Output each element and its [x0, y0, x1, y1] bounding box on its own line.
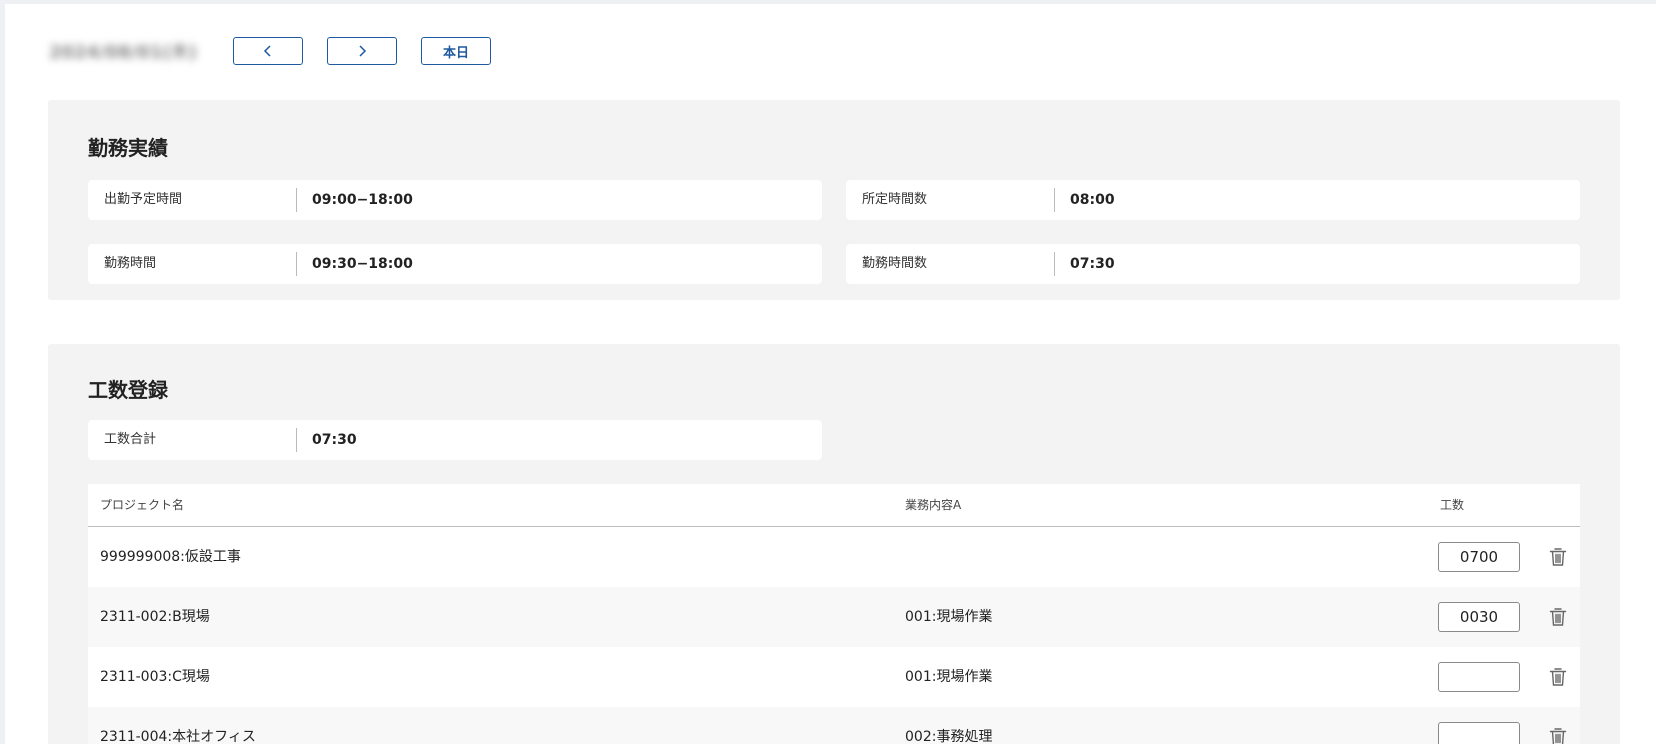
info-value: 07:30 [312, 432, 357, 448]
divider [296, 188, 297, 212]
manhour-input[interactable] [1438, 662, 1520, 692]
project-cell: 999999008:仮設工事 [100, 549, 241, 565]
info-label: 工数合計 [104, 432, 157, 447]
next-day-button[interactable] [327, 37, 397, 65]
manhour-input[interactable] [1438, 722, 1520, 744]
delete-row-button[interactable] [1547, 606, 1569, 628]
previous-day-button[interactable] [233, 37, 303, 65]
manhour-title: 工数登録 [88, 378, 168, 402]
manhour-registration-section: 工数登録 工数合計 07:30 プロジェクト名 業務内容A 工数 9999990… [48, 344, 1620, 744]
manhour-input[interactable] [1438, 602, 1520, 632]
task-cell: 001:現場作業 [905, 669, 993, 685]
table-row: 2311-003:C現場 001:現場作業 [88, 647, 1580, 707]
info-value: 07:30 [1070, 256, 1115, 272]
table-row: 999999008:仮設工事 [88, 527, 1580, 587]
trash-icon [1549, 728, 1567, 744]
info-label: 勤務時間数 [862, 256, 928, 271]
delete-row-button[interactable] [1547, 666, 1569, 688]
manhour-total-card: 工数合計 07:30 [88, 420, 822, 460]
chevron-right-icon [359, 45, 367, 57]
work-record-title: 勤務実績 [88, 136, 168, 160]
project-cell: 2311-003:C現場 [100, 669, 210, 685]
manhour-input[interactable] [1438, 542, 1520, 572]
chevron-left-icon [263, 45, 271, 57]
table-row: 2311-004:本社オフィス 002:事務処理 [88, 707, 1580, 744]
scheduled-time-card: 出勤予定時間 09:00−18:00 [88, 180, 822, 220]
info-value: 09:30−18:00 [312, 256, 413, 272]
standard-hours-card: 所定時間数 08:00 [846, 180, 1580, 220]
divider [1054, 188, 1055, 212]
table-row: 2311-002:B現場 001:現場作業 [88, 587, 1580, 647]
project-cell: 2311-002:B現場 [100, 609, 210, 625]
divider [296, 252, 297, 276]
today-button[interactable]: 本日 [421, 37, 491, 65]
table-header: プロジェクト名 業務内容A 工数 [88, 484, 1580, 527]
current-date: 2024/08/01(木) [49, 42, 197, 63]
work-record-section: 勤務実績 出勤予定時間 09:00−18:00 所定時間数 08:00 勤務時間… [48, 100, 1620, 300]
date-navigation: 2024/08/01(木) 本日 [5, 4, 1656, 94]
info-label: 所定時間数 [862, 192, 928, 207]
column-header-manhours: 工数 [1440, 498, 1465, 512]
info-value: 09:00−18:00 [312, 192, 413, 208]
task-cell: 001:現場作業 [905, 609, 993, 625]
info-label: 出勤予定時間 [104, 192, 183, 207]
trash-icon [1549, 608, 1567, 626]
task-cell: 002:事務処理 [905, 729, 993, 744]
manhour-table: プロジェクト名 業務内容A 工数 999999008:仮設工事 2311-002… [88, 484, 1580, 744]
work-time-card: 勤務時間 09:30−18:00 [88, 244, 822, 284]
info-label: 勤務時間 [104, 256, 157, 271]
page: 2024/08/01(木) 本日 勤務実績 出勤予定時間 09:00−18:00… [5, 4, 1656, 744]
divider [1054, 252, 1055, 276]
column-header-task: 業務内容A [905, 498, 962, 512]
delete-row-button[interactable] [1547, 726, 1569, 744]
info-value: 08:00 [1070, 192, 1115, 208]
project-cell: 2311-004:本社オフィス [100, 729, 256, 744]
trash-icon [1549, 668, 1567, 686]
divider [296, 428, 297, 452]
work-hours-card: 勤務時間数 07:30 [846, 244, 1580, 284]
trash-icon [1549, 548, 1567, 566]
column-header-project: プロジェクト名 [100, 498, 185, 512]
delete-row-button[interactable] [1547, 546, 1569, 568]
